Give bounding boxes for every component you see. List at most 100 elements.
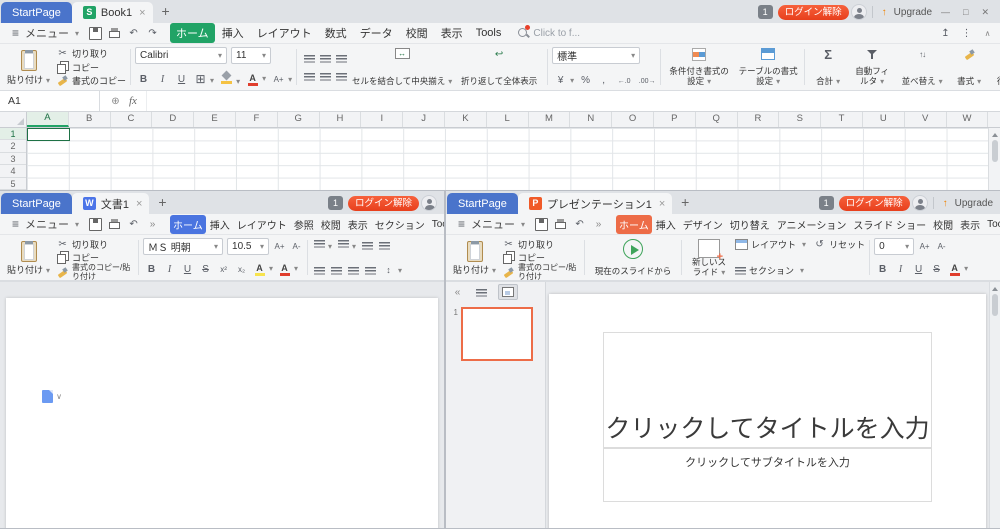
column-header[interactable]: W bbox=[947, 112, 988, 127]
save-icon[interactable] bbox=[535, 218, 548, 231]
maximize-button[interactable]: □ bbox=[959, 7, 972, 17]
share-icon[interactable] bbox=[939, 27, 952, 40]
scroll-up-icon[interactable] bbox=[992, 130, 998, 137]
notification-badge[interactable]: 1 bbox=[328, 196, 343, 210]
ribbon-tab[interactable]: 数式 bbox=[319, 23, 353, 43]
title-placeholder[interactable]: クリックしてタイトルを入力 bbox=[603, 332, 932, 448]
ribbon-tab[interactable]: ホーム bbox=[616, 215, 652, 234]
ribbon-tab[interactable]: 挿入 bbox=[216, 23, 250, 43]
column-header[interactable]: G bbox=[278, 112, 320, 127]
document-page[interactable] bbox=[6, 298, 438, 529]
row-header[interactable]: 2 bbox=[0, 140, 26, 152]
select-all-corner[interactable] bbox=[0, 112, 27, 127]
vertical-scrollbar[interactable] bbox=[989, 282, 1000, 529]
slide-canvas[interactable]: クリックしてタイトルを入力 クリックしてサブタイトルを入力 bbox=[549, 294, 986, 529]
fill-color-icon[interactable] bbox=[220, 71, 233, 84]
reset-button[interactable]: リセット bbox=[813, 238, 865, 251]
vertical-scrollbar[interactable] bbox=[988, 128, 1000, 190]
format-button[interactable]: 書式 bbox=[950, 46, 988, 88]
menu-button[interactable]: メニュー bbox=[6, 216, 82, 232]
align-top-icon[interactable] bbox=[304, 55, 315, 64]
column-header[interactable]: O bbox=[612, 112, 654, 127]
column-header[interactable]: S bbox=[779, 112, 821, 127]
cut-button[interactable]: 切り取り bbox=[502, 238, 580, 251]
ribbon-tab[interactable]: 切り替え bbox=[727, 215, 773, 234]
ribbon-tab[interactable]: ホーム bbox=[170, 215, 206, 234]
wrap-text-button[interactable]: 折り返して全体表示 bbox=[455, 46, 543, 88]
paste-button[interactable]: 貼り付け bbox=[450, 237, 499, 278]
startpage-tab[interactable]: StartPage bbox=[1, 193, 72, 214]
bold-icon[interactable] bbox=[876, 263, 889, 276]
borders-icon[interactable] bbox=[194, 73, 207, 86]
notification-badge[interactable]: 1 bbox=[819, 196, 834, 210]
italic-icon[interactable] bbox=[894, 263, 907, 276]
cell-name-box[interactable]: A1 bbox=[0, 91, 100, 111]
align-left-icon[interactable] bbox=[304, 73, 315, 82]
bold-icon[interactable] bbox=[137, 73, 150, 86]
document-tab[interactable]: W 文書1 × bbox=[72, 193, 150, 214]
close-tab-icon[interactable]: × bbox=[137, 7, 147, 19]
undo-icon[interactable] bbox=[127, 218, 140, 231]
underline-icon[interactable] bbox=[181, 263, 194, 276]
column-header[interactable]: E bbox=[194, 112, 236, 127]
font-color-icon[interactable] bbox=[246, 74, 259, 87]
ribbon-search[interactable]: Click to f... bbox=[517, 27, 580, 40]
scroll-thumb[interactable] bbox=[992, 140, 998, 162]
startpage-tab[interactable]: StartPage bbox=[1, 2, 72, 23]
column-header[interactable]: T bbox=[821, 112, 863, 127]
column-header[interactable]: V bbox=[905, 112, 947, 127]
grid-cells[interactable] bbox=[27, 128, 988, 190]
comma-style-icon[interactable] bbox=[597, 74, 610, 87]
column-header[interactable]: A bbox=[27, 112, 69, 127]
ribbon-tab[interactable]: 挿入 bbox=[207, 215, 233, 234]
grow-font-icon[interactable] bbox=[918, 240, 931, 253]
paste-button[interactable]: 貼り付け bbox=[4, 46, 53, 88]
merge-center-button[interactable]: セルを結合して中央揃え bbox=[352, 46, 452, 88]
autofilter-button[interactable]: 自動フィルタ bbox=[850, 46, 894, 88]
logout-badge[interactable]: ログイン解除 bbox=[778, 5, 849, 20]
scroll-thumb[interactable] bbox=[992, 294, 998, 316]
ribbon-tab[interactable]: ホーム bbox=[170, 23, 215, 43]
ribbon-tab[interactable]: 参照 bbox=[291, 215, 317, 234]
ribbon-tab[interactable]: 挿入 bbox=[653, 215, 679, 234]
undo-icon[interactable] bbox=[127, 27, 140, 40]
copy-button[interactable]: コピー bbox=[56, 61, 126, 74]
grow-font-icon[interactable] bbox=[273, 240, 286, 253]
new-tab-button[interactable]: + bbox=[676, 194, 694, 212]
ribbon-tab[interactable]: レイアウト bbox=[234, 215, 290, 234]
user-avatar-icon[interactable] bbox=[421, 195, 437, 211]
underline-icon[interactable] bbox=[175, 73, 188, 86]
rows-columns-button[interactable]: 行と列 bbox=[991, 46, 1000, 88]
slides-view-tab[interactable] bbox=[498, 284, 518, 300]
new-tab-button[interactable]: + bbox=[153, 194, 171, 212]
highlight-color-icon[interactable] bbox=[253, 264, 266, 277]
column-header[interactable]: M bbox=[529, 112, 571, 127]
align-center-icon[interactable] bbox=[331, 267, 342, 276]
column-header[interactable]: K bbox=[445, 112, 487, 127]
new-slide-button[interactable]: 新しいスライド bbox=[686, 237, 732, 278]
document-tab[interactable]: S Book1 × bbox=[72, 2, 153, 23]
shrink-font-icon[interactable] bbox=[290, 240, 303, 253]
ribbon-tab[interactable]: 表示 bbox=[345, 215, 371, 234]
ribbon-tab[interactable]: アニメーション bbox=[774, 215, 850, 234]
numbered-list-icon[interactable] bbox=[338, 240, 349, 249]
menu-button[interactable]: メニュー bbox=[452, 216, 528, 232]
italic-icon[interactable] bbox=[156, 73, 169, 86]
ribbon-tab[interactable]: セクション bbox=[372, 215, 428, 234]
increase-decimal-icon[interactable] bbox=[615, 74, 633, 87]
line-spacing-icon[interactable] bbox=[382, 264, 395, 277]
justify-icon[interactable] bbox=[365, 267, 376, 276]
ribbon-tab[interactable]: Tools bbox=[984, 217, 1000, 232]
format-painter-button[interactable]: 書式のコピー bbox=[56, 74, 126, 87]
align-right-icon[interactable] bbox=[336, 73, 347, 82]
column-header[interactable]: F bbox=[236, 112, 278, 127]
currency-icon[interactable] bbox=[554, 74, 567, 87]
menu-button[interactable]: メニュー bbox=[6, 25, 82, 41]
strikethrough-icon[interactable] bbox=[930, 263, 943, 276]
decrease-indent-icon[interactable] bbox=[362, 242, 373, 251]
increase-indent-icon[interactable] bbox=[379, 242, 390, 251]
close-tab-icon[interactable]: × bbox=[134, 198, 144, 210]
superscript-icon[interactable] bbox=[217, 263, 230, 276]
toolbar-overflow-icon[interactable] bbox=[592, 218, 605, 231]
ribbon-tab[interactable]: Tools bbox=[470, 25, 508, 41]
